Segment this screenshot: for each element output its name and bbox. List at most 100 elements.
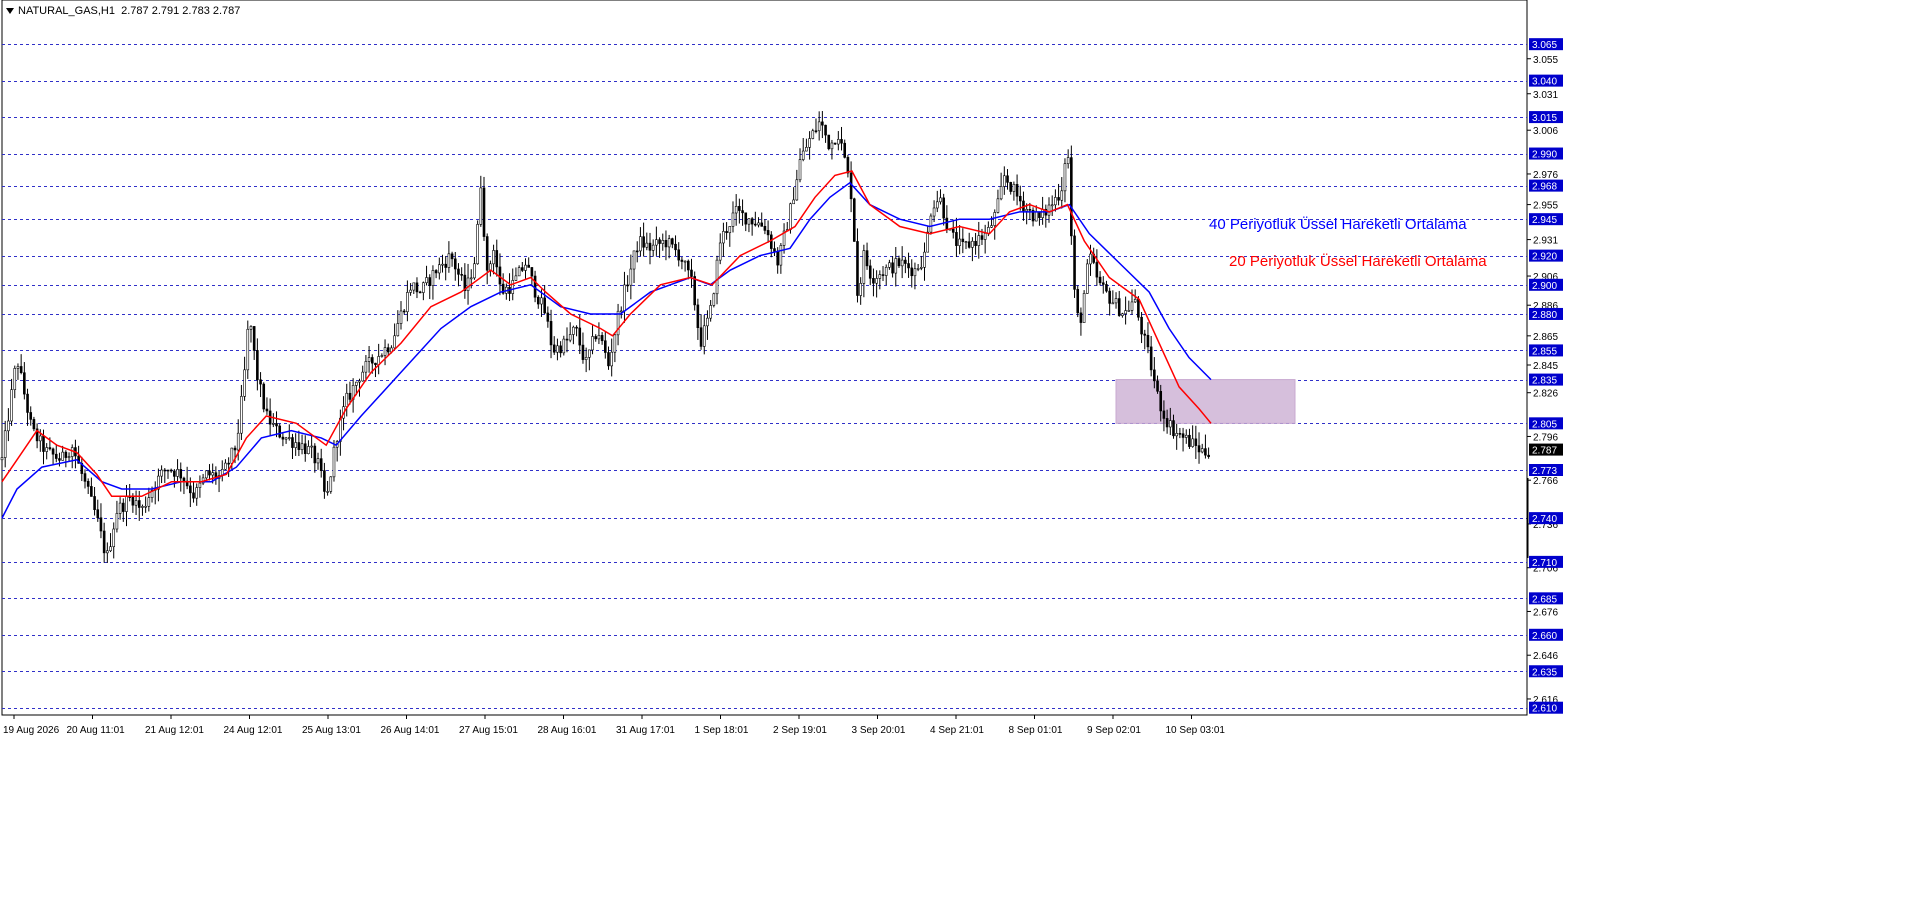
x-tick-label: 9 Sep 02:01 <box>1087 725 1141 736</box>
y-tick-label: 2.976 <box>1533 170 1558 181</box>
candle-body <box>418 291 422 294</box>
candle-body <box>875 278 878 284</box>
candle-body <box>709 305 712 319</box>
candle-body <box>409 289 412 293</box>
candle-body <box>987 227 990 234</box>
candle-body <box>884 266 888 276</box>
candle-body <box>460 274 463 276</box>
candle-body <box>466 277 470 291</box>
candle-body <box>868 265 872 279</box>
x-tick-label: 19 Aug 2026 <box>3 725 60 736</box>
candle-body <box>383 347 387 356</box>
candle-body <box>671 238 674 245</box>
candle-body <box>1047 204 1051 216</box>
candle-body <box>291 437 294 448</box>
candle-body <box>613 334 617 353</box>
candle-body <box>272 423 275 425</box>
candle-body <box>441 263 444 266</box>
candle-body <box>594 336 598 340</box>
candle-body <box>929 215 933 233</box>
candle-body <box>137 500 141 508</box>
ema20-legend-label: 20 Periyotluk Üssel Hareketli Ortalama <box>1229 253 1487 270</box>
candle-body <box>141 506 144 508</box>
dropdown-triangle-icon[interactable] <box>6 8 14 15</box>
candle-body <box>281 436 285 440</box>
y-tick-label: 2.676 <box>1533 607 1558 618</box>
candle-body <box>773 248 776 252</box>
candle-body <box>370 357 374 364</box>
candle-body <box>243 369 246 397</box>
price-level-label: 2.773 <box>1532 466 1557 477</box>
candle-body <box>725 231 728 234</box>
price-level-label: 2.685 <box>1532 594 1557 605</box>
candle-body <box>355 381 358 386</box>
candle-body <box>42 435 45 452</box>
candle-body <box>878 274 882 279</box>
candle-body <box>827 134 831 150</box>
candle-body <box>1095 262 1099 278</box>
candle-body <box>1130 301 1134 311</box>
candle-body <box>45 447 48 452</box>
candle-body <box>559 345 562 354</box>
candle-body <box>492 250 495 265</box>
candle-body <box>664 240 668 248</box>
candle-body <box>750 218 754 225</box>
candle-body <box>230 447 234 464</box>
candle-body <box>731 212 735 227</box>
candle-body <box>380 355 384 357</box>
candle-body <box>189 485 192 494</box>
candle-body <box>1098 276 1102 284</box>
candle-body <box>572 326 575 335</box>
candle-body <box>958 238 961 246</box>
price-level-label: 2.740 <box>1532 514 1557 525</box>
candle-body <box>364 361 368 373</box>
candle-body <box>256 350 259 381</box>
x-tick-label: 8 Sep 01:01 <box>1009 725 1063 736</box>
chart-area[interactable]: 3.055 3.031 3.006 2.976 2.955 2.931 2.906 2.886… <box>0 0 1916 902</box>
candle-body <box>61 451 64 461</box>
candle-body <box>1172 420 1175 437</box>
candle-body <box>821 121 824 126</box>
candle-body <box>1089 253 1092 265</box>
price-chart[interactable]: 3.0553.0313.0062.9762.9552.9312.9062.886… <box>0 0 1916 902</box>
candle-body <box>1101 282 1105 285</box>
candle-body <box>176 469 179 477</box>
y-tick-label: 2.955 <box>1533 201 1558 212</box>
candle-body <box>658 239 661 244</box>
candle-body <box>920 267 923 269</box>
candle-body <box>287 437 291 439</box>
candle-body <box>169 469 173 472</box>
candle-body <box>983 233 987 240</box>
symbol-header: NATURAL_GAS,H1 2.787 2.791 2.783 2.787 <box>6 5 240 17</box>
y-tick-label: 2.646 <box>1533 651 1558 662</box>
candle-body <box>58 458 61 461</box>
candle-body <box>313 445 317 464</box>
candle-body <box>639 236 642 252</box>
x-tick-label: 26 Aug 14:01 <box>381 725 440 736</box>
candle-body <box>102 530 106 554</box>
candle-body <box>1012 184 1016 192</box>
candle-body <box>776 251 779 266</box>
candle-body <box>655 239 658 246</box>
candle-body <box>1050 204 1054 207</box>
candle-body <box>894 258 898 274</box>
candle-body <box>677 249 681 261</box>
candle-body <box>632 250 636 270</box>
candle-body <box>619 310 623 313</box>
candle-body <box>147 497 151 507</box>
candle-body <box>610 351 613 367</box>
candle-body <box>246 328 250 371</box>
candle-body <box>198 482 202 488</box>
candle-body <box>1076 289 1080 314</box>
candle-body <box>891 262 894 274</box>
candle-body <box>722 231 725 244</box>
candle-body <box>163 469 167 472</box>
candle-body <box>939 197 942 203</box>
candle-body <box>990 225 993 228</box>
candle-body <box>900 259 904 267</box>
candle-body <box>495 250 499 268</box>
candle-body <box>121 502 125 512</box>
candle-body <box>1006 175 1009 183</box>
candle-body <box>945 217 949 231</box>
candle-body <box>1057 197 1060 201</box>
